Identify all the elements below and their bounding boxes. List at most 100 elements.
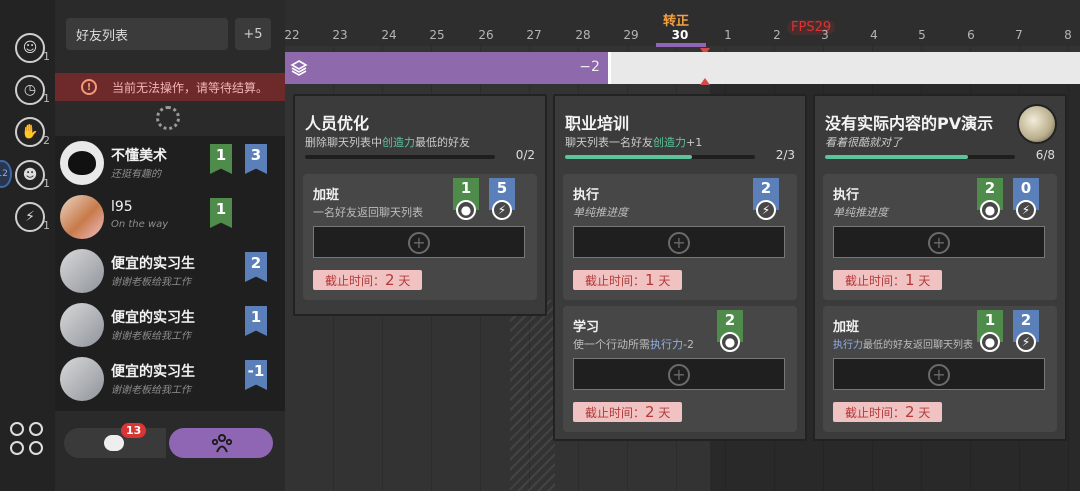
card-desc-text: 最低的好友 (415, 136, 470, 149)
timeline-tick: 29 (623, 28, 639, 42)
timeline-tick-current: 30 (671, 28, 689, 42)
friend-name: 便宜的实习生 (111, 256, 195, 272)
friend-name: 便宜的实习生 (111, 310, 195, 326)
execution-flag: 1 (245, 306, 267, 336)
clock-icon[interactable]: ◷ (15, 75, 45, 105)
deadline-unit: 天 (918, 274, 931, 288)
project-card-training[interactable]: 职业培训 聊天列表一名好友创造力+1 2/3 执行 单纯推进度 2 ⚡ + 截止… (553, 94, 807, 441)
info-icon: ! (81, 79, 97, 95)
rail-count-person: 1 (43, 177, 50, 190)
task-desc: 单纯推进度 (573, 206, 628, 219)
avatar (60, 303, 104, 347)
person-icon[interactable]: ☻ (15, 160, 45, 190)
palette-icon: ● (720, 332, 740, 352)
deadline-badge: 截止时间：2 天 (833, 402, 943, 422)
friend-list-title[interactable]: 好友列表 (66, 18, 228, 50)
timeline-tick: 26 (478, 28, 494, 42)
friend-item[interactable]: 便宜的实习生 谢谢老板给我工作 -1 (55, 352, 285, 406)
project-card-layoff[interactable]: 人员优化 删除聊天列表中创造力最低的好友 0/2 加班 一名好友返回聊天列表 1… (293, 94, 547, 316)
task-desc-text: -2 (683, 338, 694, 351)
task-desc-text: 使一个行动所需 (573, 338, 650, 351)
avatar (60, 249, 104, 293)
chat-unread-badge: 13 (121, 423, 147, 438)
menu-grid-icon[interactable] (10, 422, 46, 458)
deadline-value: 1 (905, 271, 915, 289)
friend-item[interactable]: 便宜的实习生 谢谢老板给我工作 1 (55, 298, 285, 352)
add-icon: + (408, 232, 430, 254)
assign-slot[interactable]: + (573, 358, 785, 390)
friend-more-button[interactable]: +5 (235, 18, 271, 50)
creativity-keyword: 创造力 (382, 136, 415, 149)
task-desc: 执行力最低的好友返回聊天列表 (833, 336, 973, 351)
add-icon: + (928, 232, 950, 254)
rail-side-tab[interactable]: 12 (0, 160, 12, 188)
creativity-keyword: 创造力 (653, 136, 686, 149)
warning-text: 当前无法操作，请等待结算。 (112, 80, 269, 95)
tab-friends[interactable] (169, 428, 273, 458)
card-desc: 聊天列表一名好友创造力+1 (565, 134, 702, 150)
task-overtime[interactable]: 加班 一名好友返回聊天列表 1 5 ● ⚡ + 截止时间：2 天 (303, 174, 537, 300)
timeline-tick: 7 (1015, 28, 1023, 42)
timeline-tick: 3 (821, 28, 829, 42)
rail-count-manager: 1 (43, 50, 50, 63)
execution-flag: -1 (245, 360, 267, 390)
friend-name: l95 (111, 199, 133, 215)
rail-count-lightning: 1 (43, 219, 50, 232)
timeline-tick: 2 (773, 28, 781, 42)
manager-icon[interactable]: ☺ (15, 33, 45, 63)
rail-count-handshake: 2 (43, 134, 50, 147)
icon-rail: ☺ 1 ◷ 1 ✋ 2 12 ☻ 1 ⚡ 1 (0, 0, 55, 491)
task-title: 加班 (313, 188, 340, 203)
assign-slot[interactable]: + (833, 226, 1045, 258)
friend-subtitle: 谢谢老板给我工作 (111, 277, 191, 288)
lightning-icon: ⚡ (492, 200, 512, 220)
card-desc-text: +1 (686, 136, 703, 149)
tab-chat[interactable]: 13 (64, 423, 166, 458)
deadline-label: 截止时间： (845, 274, 906, 288)
task-study[interactable]: 学习 使一个行动所需执行力-2 2 ● + 截止时间：2 天 (563, 306, 797, 432)
card-desc: 删除聊天列表中创造力最低的好友 (305, 134, 470, 150)
card-progress-text: 6/8 (1035, 148, 1055, 162)
lightning-icon[interactable]: ⚡ (15, 202, 45, 232)
friend-subtitle: 谢谢老板给我工作 (111, 331, 191, 342)
friend-item[interactable]: 便宜的实习生 谢谢老板给我工作 2 (55, 244, 285, 298)
card-progress-bar (825, 155, 1015, 159)
deadline-unit: 天 (658, 406, 671, 420)
lightning-icon: ⚡ (1016, 200, 1036, 220)
friend-subtitle: 还挺有趣的 (111, 169, 161, 180)
timeline-tick: 24 (381, 28, 397, 42)
deadline-label: 截止时间： (325, 274, 386, 288)
deadline-unit: 天 (918, 406, 931, 420)
card-title: 没有实际内容的PV演示 (825, 114, 994, 133)
task-overtime[interactable]: 加班 执行力最低的好友返回聊天列表 1 2 ● ⚡ + 截止时间：2 天 (823, 306, 1057, 432)
palette-icon: ● (980, 332, 1000, 352)
task-title: 加班 (833, 320, 860, 335)
task-execute[interactable]: 执行 单纯推进度 2 ⚡ + 截止时间：1 天 (563, 174, 797, 300)
deadline-value: 2 (645, 403, 655, 421)
task-desc: 单纯推进度 (833, 206, 888, 219)
friend-item[interactable]: l95 On the way 1 (55, 190, 285, 244)
card-desc-text: 聊天列表一名好友 (565, 136, 653, 149)
deadline-badge: 截止时间：2 天 (573, 402, 683, 422)
handshake-icon[interactable]: ✋ (15, 117, 45, 147)
timeline-tick: 22 (284, 28, 300, 42)
friend-list: 不懂美术 还挺有趣的 1 3 l95 On the way 1 便宜的实习生 谢… (55, 136, 285, 411)
creativity-flag: 1 (210, 198, 232, 228)
timeline-tick: 27 (526, 28, 542, 42)
friend-item[interactable]: 不懂美术 还挺有趣的 1 3 (55, 136, 285, 190)
card-title: 职业培训 (565, 114, 630, 133)
assign-slot[interactable]: + (313, 226, 525, 258)
assign-slot[interactable]: + (833, 358, 1045, 390)
deadline-value: 2 (905, 403, 915, 421)
project-card-pv-demo[interactable]: 没有实际内容的PV演示 看着很酷就对了 6/8 执行 单纯推进度 2 0 ● ⚡… (813, 94, 1067, 441)
palette-icon: ● (980, 200, 1000, 220)
deadline-label: 截止时间： (585, 274, 646, 288)
task-title: 执行 (573, 188, 600, 203)
task-execute[interactable]: 执行 单纯推进度 2 0 ● ⚡ + 截止时间：1 天 (823, 174, 1057, 300)
lightning-icon: ⚡ (1016, 332, 1036, 352)
current-day-indicator (656, 43, 706, 47)
deadline-badge: 截止时间：1 天 (833, 270, 943, 290)
deadline-badge: 截止时间：1 天 (573, 270, 683, 290)
deadline-label: 截止时间： (845, 406, 906, 420)
assign-slot[interactable]: + (573, 226, 785, 258)
